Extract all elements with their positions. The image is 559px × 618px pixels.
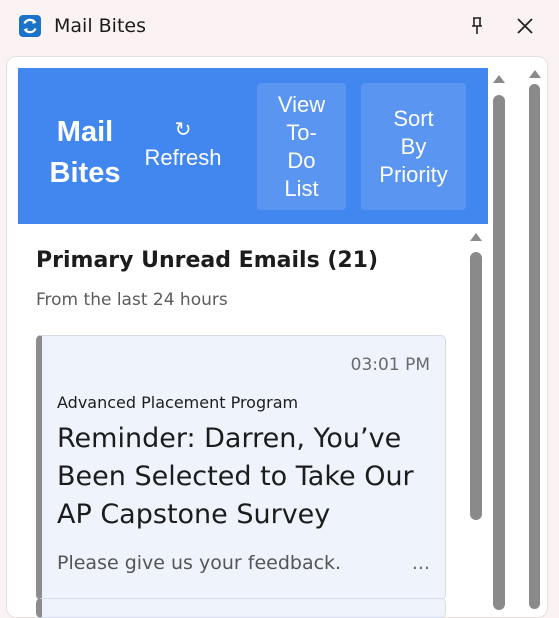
view-todo-list-button[interactable]: View To- Do List	[257, 83, 346, 210]
close-icon[interactable]	[512, 13, 538, 39]
scroll-up-arrow-icon[interactable]	[529, 70, 541, 78]
email-card[interactable]: 03:01 PM Advanced Placement Program Remi…	[36, 335, 446, 600]
email-card[interactable]	[36, 598, 446, 618]
section-title: Primary Unread Emails (21)	[36, 248, 379, 273]
section-subtitle: From the last 24 hours	[36, 290, 228, 310]
refresh-label: Refresh	[144, 145, 222, 170]
sort-by-priority-button[interactable]: Sort By Priority	[361, 83, 466, 210]
email-subject: Reminder: Darren, You’ve Been Selected t…	[57, 423, 414, 530]
scroll-thumb[interactable]	[470, 252, 482, 520]
brand-logo-text: Mail Bites	[49, 116, 121, 189]
refresh-button[interactable]: ↻ Refresh	[138, 118, 228, 178]
email-sender: Advanced Placement Program	[57, 393, 299, 412]
scroll-up-arrow-icon[interactable]	[470, 233, 482, 241]
refresh-app-icon	[19, 15, 41, 37]
app-header: Mail Bites ↻ Refresh View To- Do List So…	[18, 68, 488, 224]
scroll-up-arrow-icon[interactable]	[493, 75, 505, 83]
title-bar: Mail Bites	[0, 0, 559, 54]
email-time: 03:01 PM	[350, 355, 430, 375]
refresh-icon: ↻	[174, 119, 192, 141]
pin-icon[interactable]	[464, 13, 490, 39]
scroll-thumb[interactable]	[493, 95, 505, 610]
window-title: Mail Bites	[54, 15, 146, 37]
email-preview: Please give us your feedback.	[57, 552, 342, 574]
scroll-thumb[interactable]	[529, 84, 540, 609]
more-ellipsis[interactable]: ...	[412, 552, 430, 574]
